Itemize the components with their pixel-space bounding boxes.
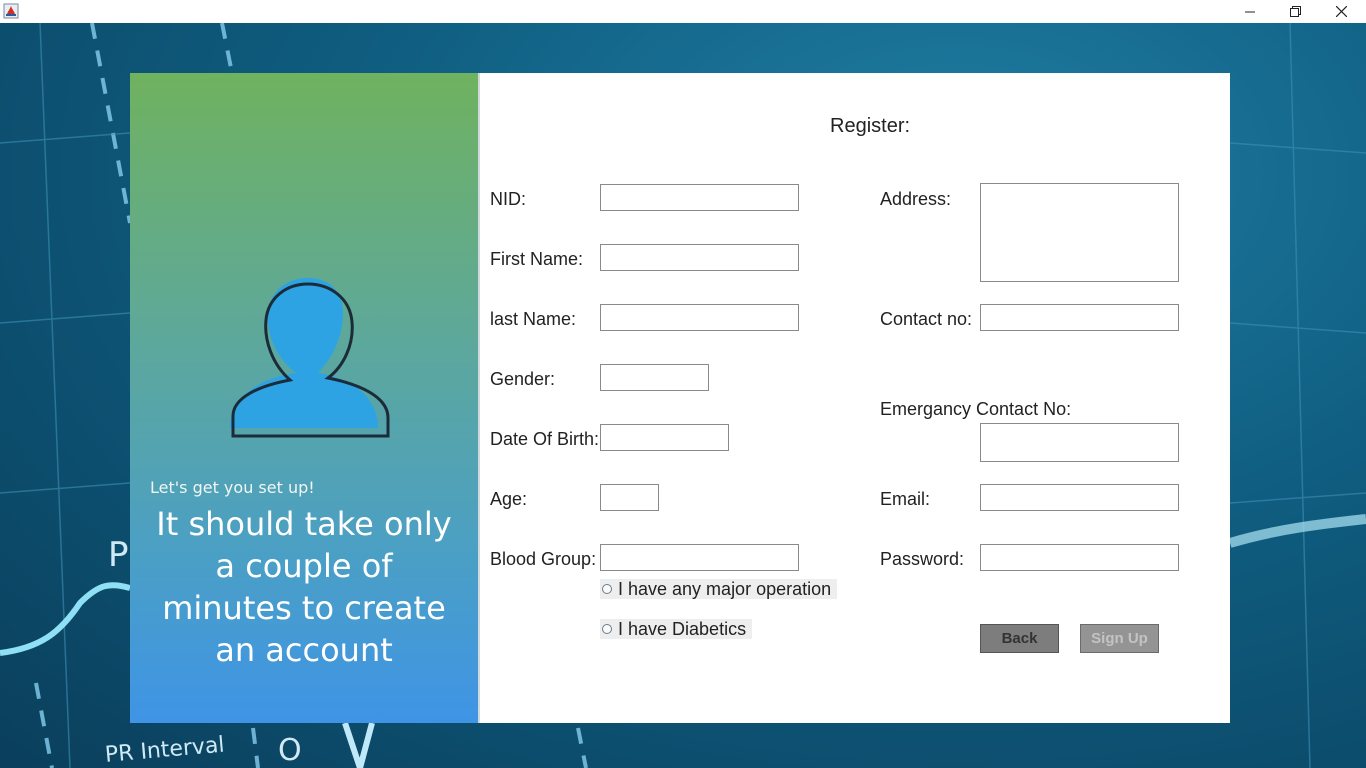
last-name-label: last Name: bbox=[490, 309, 577, 329]
panel-subtitle: Let's get you set up! bbox=[150, 478, 315, 497]
minimize-button[interactable] bbox=[1227, 0, 1273, 23]
contact-label: Contact no: bbox=[880, 309, 973, 329]
emergency-contact-label: Emergancy Contact No: bbox=[880, 399, 1072, 419]
first-name-label: First Name: bbox=[490, 249, 584, 269]
diabetics-label: I have Diabetics bbox=[618, 618, 747, 639]
user-avatar-icon bbox=[230, 278, 390, 438]
restore-icon bbox=[1289, 6, 1301, 17]
form-title: Register: bbox=[830, 115, 911, 137]
panel-headline: It should take only a couple of minutes … bbox=[130, 503, 478, 671]
close-button[interactable] bbox=[1318, 0, 1364, 23]
address-label: Address: bbox=[880, 189, 952, 209]
blood-group-label: Blood Group: bbox=[490, 549, 597, 569]
gender-input[interactable] bbox=[600, 364, 709, 391]
gender-label: Gender: bbox=[490, 369, 556, 389]
sign-up-button[interactable]: Sign Up bbox=[1080, 624, 1159, 653]
window-titlebar bbox=[0, 0, 1366, 24]
email-label: Email: bbox=[880, 489, 931, 509]
blood-group-input[interactable] bbox=[600, 544, 799, 571]
minimize-icon bbox=[1245, 11, 1255, 12]
background-letter-p: P bbox=[108, 535, 129, 575]
age-input[interactable] bbox=[600, 484, 659, 511]
radio-circle-icon bbox=[602, 584, 612, 594]
welcome-panel: Let's get you set up! It should take onl… bbox=[130, 73, 480, 723]
panel-headline-line: a couple of bbox=[215, 547, 393, 585]
java-app-icon bbox=[3, 3, 19, 19]
password-input[interactable] bbox=[980, 544, 1179, 571]
panel-headline-line: It should take only bbox=[156, 505, 452, 543]
close-icon bbox=[1335, 6, 1347, 17]
emergency-contact-input[interactable] bbox=[980, 423, 1179, 462]
dob-input[interactable] bbox=[600, 424, 729, 451]
back-button[interactable]: Back bbox=[980, 624, 1059, 653]
register-window: Let's get you set up! It should take onl… bbox=[130, 73, 1230, 723]
last-name-input[interactable] bbox=[600, 304, 799, 331]
age-label: Age: bbox=[490, 489, 528, 509]
address-textarea[interactable] bbox=[980, 183, 1179, 282]
restore-button[interactable] bbox=[1272, 0, 1318, 23]
diabetics-radio[interactable]: I have Diabetics bbox=[600, 618, 753, 639]
nid-label: NID: bbox=[490, 189, 526, 209]
dob-label: Date Of Birth: bbox=[490, 429, 600, 449]
radio-circle-icon bbox=[602, 624, 612, 634]
password-label: Password: bbox=[880, 549, 965, 569]
panel-headline-line: an account bbox=[215, 631, 393, 669]
background-letter-o: O bbox=[278, 733, 302, 768]
contact-input[interactable] bbox=[980, 304, 1179, 331]
nid-input[interactable] bbox=[600, 184, 799, 211]
first-name-input[interactable] bbox=[600, 244, 799, 271]
major-operation-label: I have any major operation bbox=[618, 578, 832, 599]
panel-headline-line: minutes to create bbox=[162, 589, 446, 627]
major-operation-radio[interactable]: I have any major operation bbox=[600, 578, 838, 599]
email-input[interactable] bbox=[980, 484, 1179, 511]
